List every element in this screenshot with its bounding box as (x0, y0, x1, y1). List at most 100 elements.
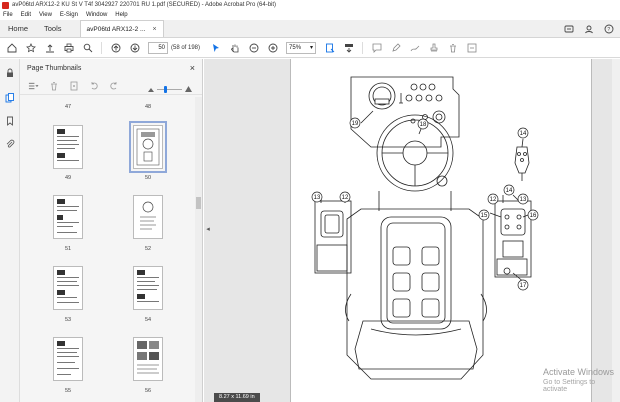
page-thumbnail[interactable] (53, 266, 83, 310)
page-thumbnail[interactable] (53, 337, 83, 381)
activate-windows-watermark: Activate Windows (543, 367, 615, 377)
menu-help[interactable]: Help (115, 12, 127, 18)
close-panel-icon[interactable]: × (190, 63, 195, 73)
previous-page-icon[interactable] (110, 42, 121, 53)
thumbnail-label: 47 (64, 104, 72, 110)
zoom-value: 75% (289, 44, 302, 51)
panel-title: Page Thumbnails (27, 64, 82, 72)
page-thumbnails-icon[interactable] (4, 92, 15, 103)
cab-controls-diagram: 19 18 14 13 12 12 14 13 15 16 17 (311, 76, 539, 380)
select-cursor-icon[interactable] (210, 42, 221, 53)
collapse-panel-icon[interactable]: ◂ (204, 219, 212, 239)
draw-icon[interactable] (409, 42, 420, 53)
callout-label: 12 (342, 195, 349, 201)
options-menu-icon[interactable] (28, 80, 39, 91)
zoom-select[interactable]: 75% ▾ (286, 41, 317, 54)
menu-bar: File Edit View E-Sign Window Help (0, 10, 620, 20)
thumbnail-list: 47 48 49 50 51 52 53 54 55 56 (20, 97, 195, 402)
thumbnail-label: 55 (64, 388, 72, 394)
zoom-in-icon[interactable] (267, 42, 278, 53)
left-rail (0, 59, 20, 402)
home-icon[interactable] (6, 42, 17, 53)
callout-label: 16 (530, 213, 537, 219)
page-fit-icon[interactable] (324, 42, 335, 53)
delete-icon[interactable] (447, 42, 458, 53)
bookmarks-icon[interactable] (4, 115, 15, 126)
attachments-icon[interactable] (4, 138, 15, 149)
lock-icon[interactable] (4, 67, 15, 78)
thumbnail-label: 53 (64, 317, 72, 323)
window-title: avP06td ARX12-2 KU St V T4f 3042927 2207… (12, 2, 277, 8)
page-thumbnail[interactable] (133, 266, 163, 310)
zoom-out-icon[interactable] (248, 42, 259, 53)
menu-edit[interactable]: Edit (21, 12, 31, 18)
highlight-pen-icon[interactable] (390, 42, 401, 53)
thumbnail-label: 54 (144, 317, 152, 323)
thumbnail-label: 48 (144, 104, 152, 110)
tab-strip: Home Tools avP06td ARX12-2 ... × ? (0, 20, 620, 38)
more-tools-icon[interactable] (466, 42, 477, 53)
page-thumbnail[interactable] (53, 195, 83, 239)
comment-icon[interactable] (371, 42, 382, 53)
svg-text:?: ? (607, 27, 610, 33)
close-tab-icon[interactable]: × (152, 26, 156, 33)
tab-document[interactable]: avP06td ARX12-2 ... × (79, 20, 164, 37)
next-page-icon[interactable] (129, 42, 140, 53)
page-thumbnail-selected[interactable] (129, 121, 167, 173)
share-icon[interactable] (563, 23, 574, 34)
page-count: (58 of 198) (171, 44, 201, 51)
hand-tool-icon[interactable] (229, 42, 240, 53)
thumbnail-label: 50 (144, 175, 152, 181)
document-scrollbar[interactable] (612, 59, 620, 402)
toolbar-separator (362, 41, 364, 54)
callout-label: 14 (520, 131, 527, 137)
page-thumbnail[interactable] (133, 337, 163, 381)
page-thumbnail[interactable] (133, 195, 163, 239)
tab-document-label: avP06td ARX12-2 ... (86, 25, 146, 33)
menu-esign[interactable]: E-Sign (60, 12, 78, 18)
callout-label: 14 (506, 188, 513, 194)
thumbnail-label: 56 (144, 388, 152, 394)
stamp-icon[interactable] (428, 42, 439, 53)
callout-label: 13 (520, 197, 527, 203)
upload-icon[interactable] (44, 42, 55, 53)
callout-label: 15 (481, 213, 488, 219)
menu-file[interactable]: File (3, 12, 13, 18)
rotate-right-icon[interactable] (108, 80, 119, 91)
title-bar: avP06td ARX12-2 KU St V T4f 3042927 2207… (0, 0, 620, 10)
delete-page-icon[interactable] (48, 80, 59, 91)
toolbar-separator (101, 41, 102, 54)
callout-label: 19 (352, 121, 359, 127)
thumbnail-size-slider[interactable] (148, 85, 192, 93)
callout-label: 17 (520, 283, 527, 289)
page-number-input[interactable]: 50 (148, 41, 168, 54)
rotate-left-icon[interactable] (88, 80, 99, 91)
callout-label: 12 (490, 197, 497, 203)
scroll-mode-icon[interactable] (343, 42, 354, 53)
thumbnail-label: 52 (144, 246, 152, 252)
help-icon[interactable]: ? (603, 23, 614, 34)
chevron-down-icon: ▾ (310, 45, 314, 51)
acrobat-logo-icon (2, 1, 9, 9)
print-icon[interactable] (63, 42, 74, 53)
bookmark-star-icon[interactable] (25, 42, 36, 53)
callout-label: 18 (420, 122, 427, 128)
page-thumbnail[interactable] (53, 125, 83, 169)
activate-windows-subtext: Go to Settings to activate (543, 379, 596, 393)
menu-window[interactable]: Window (86, 12, 107, 18)
thumbnail-scrollbar[interactable] (195, 97, 202, 402)
callout-label: 13 (314, 195, 321, 201)
thumbnails-panel: Page Thumbnails × 47 48 49 50 51 52 53 5… (20, 59, 203, 402)
thumbnail-label: 51 (64, 246, 72, 252)
page-size-indicator: 8.27 x 11.69 in (214, 393, 260, 402)
sign-in-icon[interactable] (583, 23, 594, 34)
insert-page-icon[interactable] (68, 80, 79, 91)
thumbnail-label: 49 (64, 175, 72, 181)
menu-view[interactable]: View (39, 12, 52, 18)
pdf-page: 19 18 14 13 12 12 14 13 15 16 17 (290, 59, 592, 402)
search-icon[interactable] (82, 42, 93, 53)
main-toolbar: 50 (58 of 198) 75% ▾ (0, 38, 620, 58)
document-area: ◂ 19 18 14 13 12 12 14 13 15 16 17 8.27 … (204, 59, 620, 402)
tab-tools[interactable]: Tools (36, 20, 70, 37)
tab-home[interactable]: Home (0, 20, 36, 37)
